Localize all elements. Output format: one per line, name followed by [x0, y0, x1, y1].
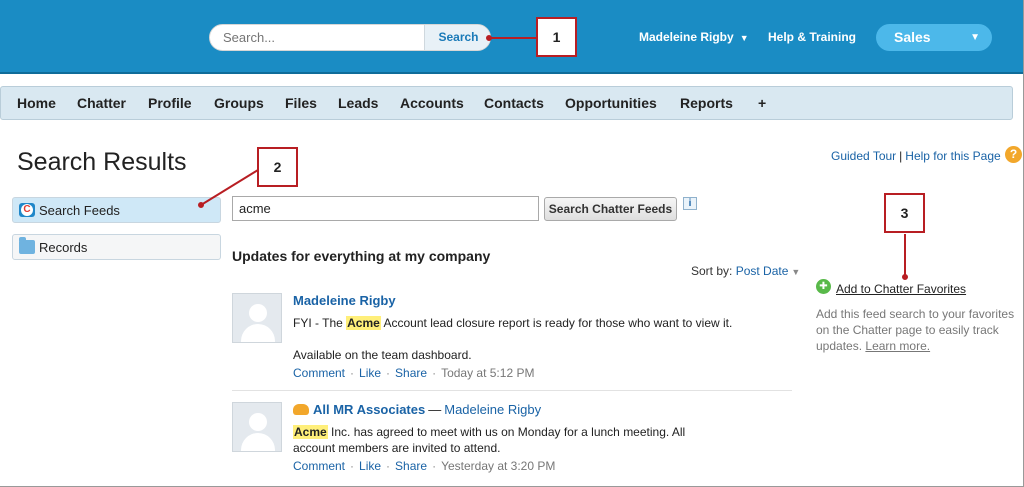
group-icon	[293, 404, 309, 415]
user-name: Madeleine Rigby	[639, 30, 734, 44]
global-search-input[interactable]	[210, 25, 424, 50]
sort-by: Sort by: Post Date ▼	[691, 264, 800, 278]
separator: —	[428, 402, 442, 417]
like-link[interactable]: Like	[359, 459, 381, 473]
post-header: All MR Associates — Madeleine Rigby	[293, 402, 541, 417]
help-page-link[interactable]: Help for this Page	[905, 149, 1000, 163]
sort-dropdown[interactable]: Post Date	[736, 264, 789, 278]
feed-post: All MR Associates — Madeleine Rigby Acme I…	[232, 402, 792, 482]
global-header: Search Madeleine Rigby▼ Help & Training …	[0, 0, 1024, 74]
page-help-links: Guided Tour | Help for this Page	[831, 149, 1001, 163]
post-text-line: Available on the team dashboard.	[293, 348, 472, 362]
share-link[interactable]: Share	[395, 366, 427, 380]
search-highlight: Acme	[346, 316, 381, 330]
comment-link[interactable]: Comment	[293, 366, 345, 380]
folder-icon	[19, 237, 35, 254]
tab-groups[interactable]: Groups	[214, 95, 264, 111]
add-to-chatter-favorites-link[interactable]: Add to Chatter Favorites	[836, 282, 966, 296]
sidebar-item-label: Search Feeds	[39, 203, 120, 218]
learn-more-link[interactable]: Learn more.	[865, 339, 930, 353]
callout-1: 1	[536, 17, 577, 57]
favorites-description: Add this feed search to your favorites o…	[816, 306, 1024, 354]
post-author[interactable]: Madeleine Rigby	[293, 293, 396, 308]
app-menu[interactable]: Sales ▼	[876, 24, 992, 51]
tab-profile[interactable]: Profile	[148, 95, 192, 111]
sort-label: Sort by:	[691, 264, 733, 278]
post-text: Account lead closure report is ready for…	[380, 316, 733, 330]
tab-bar: Home Chatter Profile Groups Files Leads …	[0, 86, 1013, 120]
help-training-link[interactable]: Help & Training	[768, 30, 856, 44]
post-author[interactable]: Madeleine Rigby	[444, 402, 541, 417]
info-icon[interactable]: i	[683, 197, 697, 210]
feed-search-input[interactable]	[232, 196, 539, 221]
avatar[interactable]	[232, 293, 282, 343]
feed-post: Madeleine Rigby FYI - The Acme Account l…	[232, 293, 792, 391]
group-link[interactable]: All MR Associates	[313, 402, 425, 417]
post-text: FYI - The	[293, 316, 347, 330]
tab-home[interactable]: Home	[17, 95, 56, 111]
page-title: Search Results	[17, 148, 187, 176]
tab-chatter[interactable]: Chatter	[77, 95, 126, 111]
post-timestamp[interactable]: Yesterday at 3:20 PM	[441, 459, 555, 473]
global-search: Search	[209, 24, 491, 51]
callout-3: 3	[884, 193, 925, 233]
post-actions: Comment · Like · Share · Yesterday at 3:20 PM	[293, 459, 556, 473]
like-link[interactable]: Like	[359, 366, 381, 380]
app-name: Sales	[894, 29, 931, 45]
post-body: Acme Inc. has agreed to meet with us on …	[293, 424, 723, 456]
comment-link[interactable]: Comment	[293, 459, 345, 473]
chevron-down-icon: ▼	[791, 267, 801, 277]
search-highlight: Acme	[293, 425, 328, 439]
chatter-icon	[19, 203, 35, 217]
global-search-button[interactable]: Search	[424, 25, 490, 50]
chevron-down-icon: ▼	[739, 33, 749, 43]
search-chatter-feeds-button[interactable]: Search Chatter Feeds	[544, 197, 677, 221]
user-menu[interactable]: Madeleine Rigby ▼	[639, 30, 749, 44]
share-link[interactable]: Share	[395, 459, 427, 473]
callout-2: 2	[257, 147, 298, 187]
post-actions: Comment · Like · Share · Today at 5:12 PM	[293, 366, 535, 380]
tab-files[interactable]: Files	[285, 95, 317, 111]
tab-leads[interactable]: Leads	[338, 95, 378, 111]
add-tab-icon[interactable]: +	[758, 95, 766, 111]
tab-opportunities[interactable]: Opportunities	[565, 95, 657, 111]
callout-pointer-3	[902, 274, 908, 280]
tab-reports[interactable]: Reports	[680, 95, 733, 111]
tab-contacts[interactable]: Contacts	[484, 95, 544, 111]
sidebar-item-records[interactable]: Records	[12, 234, 221, 260]
post-text: Inc. has agreed to meet with us on Monda…	[293, 425, 686, 455]
chevron-down-icon: ▼	[970, 32, 980, 43]
avatar[interactable]	[232, 402, 282, 452]
tab-accounts[interactable]: Accounts	[400, 95, 464, 111]
guided-tour-link[interactable]: Guided Tour	[831, 149, 896, 163]
sidebar-item-label: Records	[39, 240, 88, 255]
help-icon[interactable]: ?	[1005, 146, 1022, 163]
post-body: FYI - The Acme Account lead closure repo…	[293, 315, 743, 331]
add-favorite-icon[interactable]: ✚	[816, 279, 831, 294]
feed-heading: Updates for everything at my company	[232, 248, 491, 264]
sidebar-item-search-feeds[interactable]: Search Feeds	[12, 197, 221, 223]
post-timestamp[interactable]: Today at 5:12 PM	[441, 366, 534, 380]
separator: |	[899, 149, 903, 163]
